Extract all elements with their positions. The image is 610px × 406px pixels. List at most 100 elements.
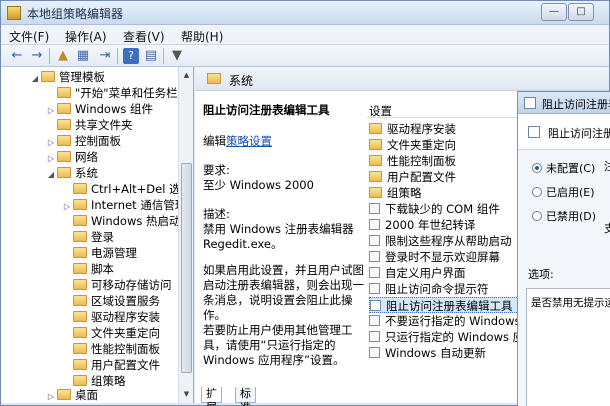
minimize-button[interactable]: —: [541, 3, 567, 21]
edit-policy-link[interactable]: 策略设置: [226, 134, 272, 148]
description-label: 描述:: [203, 207, 230, 221]
policy-icon: [369, 235, 380, 246]
list-item[interactable]: 2000 年世纪转译: [369, 217, 475, 233]
tree-item[interactable]: "开始"菜单和任务栏: [45, 85, 178, 101]
folder-icon: [207, 73, 221, 84]
folder-icon: [369, 139, 382, 150]
maximize-button[interactable]: □: [568, 3, 594, 21]
folder-icon: [73, 183, 87, 194]
policy-icon: [370, 300, 381, 311]
list-item[interactable]: 自定义用户界面: [369, 265, 466, 281]
radio-enabled[interactable]: 已启用(E): [532, 184, 595, 200]
folder-icon: [57, 389, 71, 400]
tree-pane: ◢ 管理模板 "开始"菜单和任务栏 ▷ Windows 组件 共享文件夹 ▷ 控制面板…: [1, 67, 194, 403]
options-text: 是否禁用无提示运: [531, 297, 610, 309]
tree-item[interactable]: ◢ 管理模板: [29, 69, 105, 85]
expand-arrow-icon[interactable]: ◢: [29, 71, 41, 87]
radio-icon[interactable]: [532, 187, 542, 197]
menu-view[interactable]: 查看(V): [123, 28, 165, 45]
list-item-selected[interactable]: 阻止访问注册表编辑工具: [369, 297, 521, 313]
radio-disabled[interactable]: 已禁用(D): [532, 208, 596, 224]
tree-item[interactable]: ▷ Windows 组件: [45, 101, 153, 117]
tab-extended[interactable]: 扩展: [201, 387, 222, 406]
tree-item[interactable]: Windows 热启动: [61, 213, 181, 229]
folder-icon: [73, 199, 87, 210]
tree-item[interactable]: ▷ 桌面: [45, 387, 98, 403]
tree-item[interactable]: 区域设置服务: [61, 293, 160, 309]
tree-scrollbar[interactable]: ▲ ▼: [178, 67, 193, 403]
tree-item[interactable]: 驱动程序安装: [61, 309, 160, 325]
folder-icon: [73, 311, 87, 322]
tree-item[interactable]: 可移动存储访问: [61, 277, 172, 293]
dialog-subtitle: 阻止访问注册: [548, 127, 610, 140]
tab-standard[interactable]: 标准: [235, 387, 256, 406]
tree-item[interactable]: 用户配置文件: [61, 357, 160, 373]
export-icon[interactable]: ⇥: [97, 48, 113, 64]
folder-icon: [73, 231, 87, 242]
folder-icon: [41, 71, 55, 82]
filter-icon[interactable]: ▼: [169, 48, 185, 64]
folder-icon: [73, 279, 87, 290]
toolbar: ← → ▲ ▦ ⇥ ? ▤ ▼: [1, 45, 609, 67]
properties-icon[interactable]: ▤: [143, 48, 159, 64]
tree-item[interactable]: 共享文件夹: [45, 117, 133, 133]
scroll-thumb[interactable]: [181, 163, 192, 373]
list-item[interactable]: 性能控制面板: [369, 153, 456, 169]
options-box[interactable]: 是否禁用无提示运: [526, 288, 610, 406]
expand-arrow-icon[interactable]: ▷: [45, 389, 57, 403]
folder-icon: [73, 327, 87, 338]
policy-dialog: 阻止访问注册表 阻止访问注册 未配置(C) 已启用(E) 已禁用(D) 注 支 …: [517, 91, 610, 406]
radio-not-configured[interactable]: 未配置(C): [532, 160, 595, 176]
help-icon[interactable]: ?: [123, 48, 139, 64]
dialog-title-bar[interactable]: 阻止访问注册表: [518, 92, 610, 114]
list-item[interactable]: Windows 自动更新: [369, 345, 486, 361]
title-bar[interactable]: 本地组策略编辑器 — □: [1, 1, 609, 25]
folder-icon: [369, 123, 382, 134]
tree-item[interactable]: 性能控制面板: [61, 341, 160, 357]
folder-icon: [73, 295, 87, 306]
tree-item[interactable]: ▷ Internet 通信管理: [61, 197, 186, 213]
menu-action[interactable]: 操作(A): [65, 28, 107, 45]
list-item[interactable]: 驱动程序安装: [369, 121, 456, 137]
options-label: 选项:: [528, 268, 554, 281]
policy-icon: [369, 283, 380, 294]
policy-icon: [369, 347, 380, 358]
folder-icon: [73, 215, 87, 226]
show-tree-icon[interactable]: ▦: [75, 48, 91, 64]
policy-icon: [369, 267, 380, 278]
tree-item[interactable]: 文件夹重定向: [61, 325, 160, 341]
list-item[interactable]: 下载缺少的 COM 组件: [369, 201, 500, 217]
radio-selected-icon[interactable]: [532, 163, 542, 173]
list-item[interactable]: 限制这些程序从帮助启动: [369, 233, 512, 249]
tree-item[interactable]: 登录: [61, 229, 114, 245]
tree-item[interactable]: 电源管理: [61, 245, 137, 261]
radio-icon[interactable]: [532, 211, 542, 221]
folder-icon: [73, 375, 87, 386]
expand-arrow-icon[interactable]: ◢: [45, 167, 57, 183]
tree-item[interactable]: Ctrl+Alt+Del 选项: [61, 181, 192, 197]
scroll-up-icon[interactable]: ▲: [180, 68, 193, 82]
up-folder-icon[interactable]: ▲: [55, 48, 71, 64]
policy-icon: [528, 126, 540, 138]
menu-file[interactable]: 文件(F): [9, 28, 49, 45]
scroll-down-icon[interactable]: ▼: [180, 387, 193, 401]
folder-icon: [73, 263, 87, 274]
list-item[interactable]: 登录时不显示欢迎屏幕: [369, 249, 500, 265]
policy-icon: [524, 97, 536, 109]
list-item[interactable]: 文件夹重定向: [369, 137, 456, 153]
list-item[interactable]: 用户配置文件: [369, 169, 456, 185]
tree-item[interactable]: ◢ 系统: [45, 165, 98, 181]
back-icon[interactable]: ←: [9, 48, 25, 64]
tree-item[interactable]: ▷ 网络: [45, 149, 98, 165]
list-item[interactable]: 阻止访问命令提示符: [369, 281, 489, 297]
requirement-value: 至少 Windows 2000: [203, 178, 314, 192]
forward-icon[interactable]: →: [29, 48, 45, 64]
tree-item[interactable]: 脚本: [61, 261, 114, 277]
policy-icon: [369, 219, 380, 230]
tree-item[interactable]: ▷ 控制面板: [45, 133, 121, 149]
folder-icon: [57, 119, 71, 130]
dialog-header: 阻止访问注册: [518, 114, 610, 150]
folder-icon: [57, 167, 71, 178]
menu-help[interactable]: 帮助(H): [181, 28, 223, 45]
list-item[interactable]: 组策略: [369, 185, 422, 201]
